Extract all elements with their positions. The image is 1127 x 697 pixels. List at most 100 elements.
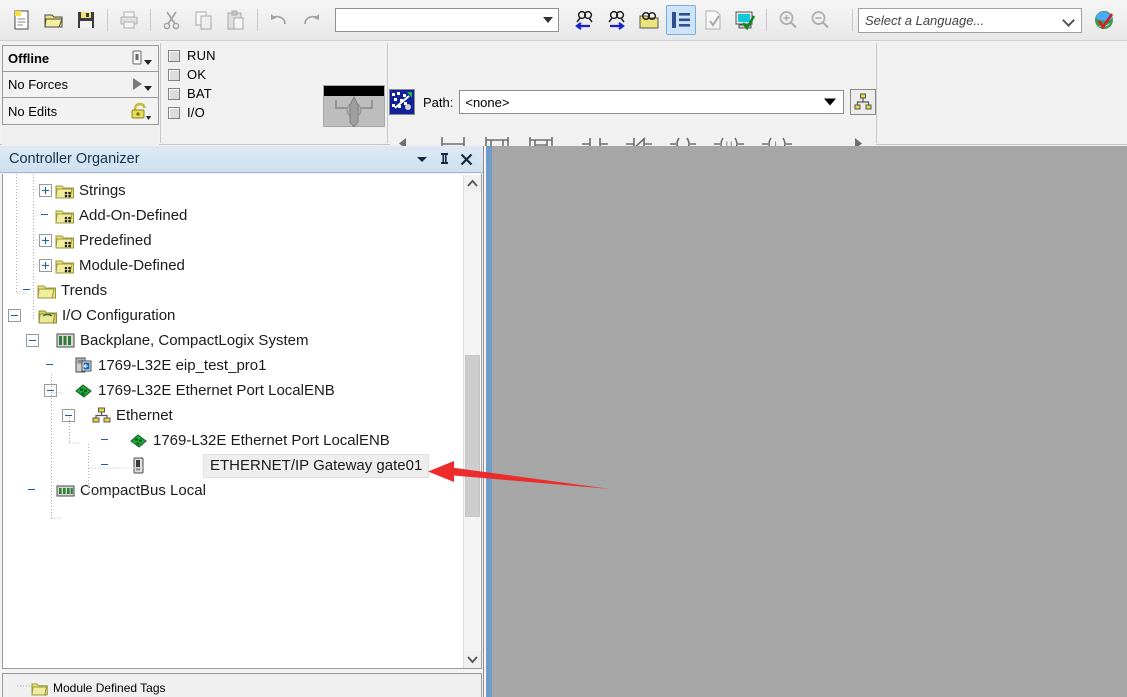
tree-item-ethernet-port-localenb[interactable]: 1769-L32E Ethernet Port LocalENB <box>3 378 463 403</box>
offline-status-row[interactable]: Offline <box>3 46 158 72</box>
datatype-folder-icon <box>55 207 74 224</box>
tree-item-label: 1769-L32E eip_test_pro1 <box>98 357 267 374</box>
panel-dropdown-icon[interactable] <box>411 149 433 169</box>
tree-item-backplane[interactable]: Backplane, CompactLogix System <box>3 328 463 353</box>
network-browse-icon[interactable] <box>850 89 876 115</box>
tree-item-label: 1769-L32E Ethernet Port LocalENB <box>153 432 390 449</box>
path-input[interactable]: <none> <box>459 90 844 114</box>
expander-icon[interactable] <box>44 384 57 397</box>
forces-status-row[interactable]: No Forces <box>3 72 158 98</box>
paste-icon[interactable] <box>221 5 251 35</box>
tree-item-label: 1769-L32E Ethernet Port LocalENB <box>98 382 335 399</box>
led-ok: OK <box>168 65 278 84</box>
zoom-in-icon[interactable] <box>773 5 803 35</box>
controller-organizer-panel: Controller Organizer Strings Add-On-Defi… <box>0 146 484 697</box>
tree-view-icon[interactable] <box>666 5 696 35</box>
datatype-folder-icon <box>55 182 74 199</box>
rslinx-icon[interactable] <box>389 89 415 115</box>
led-label: BAT <box>187 86 212 101</box>
globe-check-icon[interactable] <box>1090 5 1120 35</box>
browse-search-icon[interactable] <box>634 5 664 35</box>
tree-item-label: Strings <box>79 182 126 199</box>
tree-item-predefined[interactable]: Predefined <box>3 228 463 253</box>
tree-item-label: I/O Configuration <box>62 307 176 324</box>
tree-item-label: CompactBus Local <box>80 482 206 499</box>
chevron-down-icon <box>824 98 836 106</box>
undo-icon[interactable] <box>264 5 294 35</box>
forces-dropdown-icon[interactable] <box>130 76 154 97</box>
expander-icon[interactable] <box>62 409 75 422</box>
props-tree-item-root[interactable]: Module Defined Tags <box>3 678 481 697</box>
copy-icon[interactable] <box>189 5 219 35</box>
expander-icon[interactable] <box>39 234 52 247</box>
tree-item-strings[interactable]: Strings <box>3 178 463 203</box>
controller-led-group: RUN OK BAT I/O <box>168 46 278 122</box>
pin-icon[interactable] <box>433 149 455 169</box>
zoom-out-icon[interactable] <box>805 5 835 35</box>
verify-routine-icon[interactable] <box>698 5 728 35</box>
tree-item-trends[interactable]: Trends <box>3 278 463 303</box>
tree-item-label: Ethernet <box>116 407 173 424</box>
expander-icon[interactable] <box>8 309 21 322</box>
io-folder-icon <box>38 307 57 324</box>
open-folder-icon[interactable] <box>39 5 69 35</box>
scrollbar-thumb[interactable] <box>465 355 480 517</box>
props-tree-label: Module Defined Tags <box>53 681 166 695</box>
workspace-canvas <box>492 146 1127 697</box>
tree-item-controller-module[interactable]: 1769-L32E eip_test_pro1 <box>3 353 463 378</box>
main-toolbar: Select a Language... <box>0 0 1127 41</box>
scroll-up-button[interactable] <box>464 175 481 192</box>
padlock-icon[interactable] <box>130 102 154 125</box>
new-file-icon[interactable] <box>7 5 37 35</box>
verify-controller-icon[interactable] <box>730 5 760 35</box>
tree-item-module-defined[interactable]: Module-Defined <box>3 253 463 278</box>
led-io: I/O <box>168 103 278 122</box>
language-select[interactable]: Select a Language... <box>858 7 1082 33</box>
tree-item-label: Module-Defined <box>79 257 185 274</box>
redo-icon[interactable] <box>296 5 326 35</box>
quick-search-combo[interactable] <box>335 8 559 32</box>
toolbar-separator <box>150 9 151 31</box>
tree-item-ethernetip-gateway-gate01[interactable]: ETHERNET/IP Gateway gate01 <box>3 453 463 478</box>
controller-dropdown-icon[interactable] <box>132 50 154 71</box>
toolbar-separator <box>107 9 108 31</box>
tree-item-ethernet-network[interactable]: Ethernet <box>3 403 463 428</box>
ethernet-module-icon <box>129 432 148 449</box>
controller-icon <box>74 357 93 374</box>
path-value: <none> <box>465 94 510 110</box>
led-run: RUN <box>168 46 278 65</box>
close-icon[interactable] <box>455 149 477 169</box>
tree-item-label: Predefined <box>79 232 152 249</box>
tree-item-compactbus-local[interactable]: CompactBus Local <box>3 478 463 503</box>
statusbar-divider <box>160 43 161 143</box>
tree-item-ethernet-port-localenb-child[interactable]: 1769-L32E Ethernet Port LocalENB <box>3 428 463 453</box>
tree-scrollbar[interactable] <box>463 175 481 668</box>
save-icon[interactable] <box>71 5 101 35</box>
expander-icon[interactable] <box>39 259 52 272</box>
led-label: I/O <box>187 105 205 120</box>
edits-label: No Edits <box>8 103 58 119</box>
panel-title: Controller Organizer <box>9 151 140 167</box>
find-previous-icon[interactable] <box>570 5 600 35</box>
tree-item-io-configuration[interactable]: I/O Configuration <box>3 303 463 328</box>
chevron-down-icon <box>543 17 553 23</box>
toolbar-separator <box>766 9 767 31</box>
edits-status-row[interactable]: No Edits <box>3 98 158 124</box>
generic-module-icon <box>129 457 148 474</box>
led-label: RUN <box>187 48 216 63</box>
tree-item-add-on-defined[interactable]: Add-On-Defined <box>3 203 463 228</box>
toolbar-separator <box>257 9 258 31</box>
datatype-folder-icon <box>55 257 74 274</box>
folder-icon <box>31 681 48 696</box>
print-icon[interactable] <box>114 5 144 35</box>
led-label: OK <box>187 67 207 82</box>
expander-icon[interactable] <box>39 184 52 197</box>
expander-icon[interactable] <box>26 334 39 347</box>
communications-path-bar: Path: <none> <box>389 86 876 118</box>
cut-icon[interactable] <box>157 5 187 35</box>
scroll-down-button[interactable] <box>464 651 481 668</box>
controller-status-box: Offline No Forces No Edits <box>2 45 159 125</box>
controller-organizer-tree[interactable]: Strings Add-On-Defined Predefined Module… <box>2 174 482 669</box>
expander-placeholder <box>39 209 52 222</box>
find-next-icon[interactable] <box>602 5 632 35</box>
